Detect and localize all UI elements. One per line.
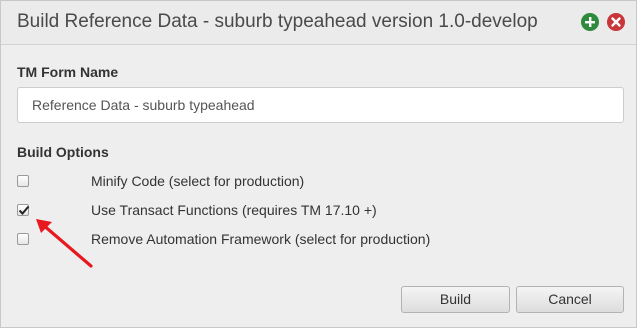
use-transact-functions-label: Use Transact Functions (requires TM 17.1… [91,202,377,218]
remove-automation-framework-label: Remove Automation Framework (select for … [91,231,431,247]
cancel-button[interactable]: Cancel [516,286,624,313]
dialog-titlebar: Build Reference Data - suburb typeahead … [1,1,636,45]
minify-code-label: Minify Code (select for production) [91,173,305,189]
option-use-transact-functions: Use Transact Functions (requires TM 17.1… [1,200,637,222]
plus-circle-icon[interactable] [581,13,599,31]
checkmark-icon [18,205,30,215]
close-circle-icon[interactable] [607,13,625,31]
option-remove-automation-framework: Remove Automation Framework (select for … [1,229,637,251]
use-transact-functions-checkbox[interactable] [17,204,30,216]
form-name-field[interactable]: Reference Data - suburb typeahead [17,87,624,123]
form-name-label: TM Form Name [17,64,119,80]
dialog-title: Build Reference Data - suburb typeahead … [17,11,538,32]
build-options-heading: Build Options [17,144,109,160]
minify-code-checkbox[interactable] [17,175,29,187]
remove-automation-framework-checkbox[interactable] [17,233,29,245]
build-button[interactable]: Build [401,286,510,313]
option-minify-code: Minify Code (select for production) [1,171,637,193]
build-dialog: Build Reference Data - suburb typeahead … [0,0,637,328]
